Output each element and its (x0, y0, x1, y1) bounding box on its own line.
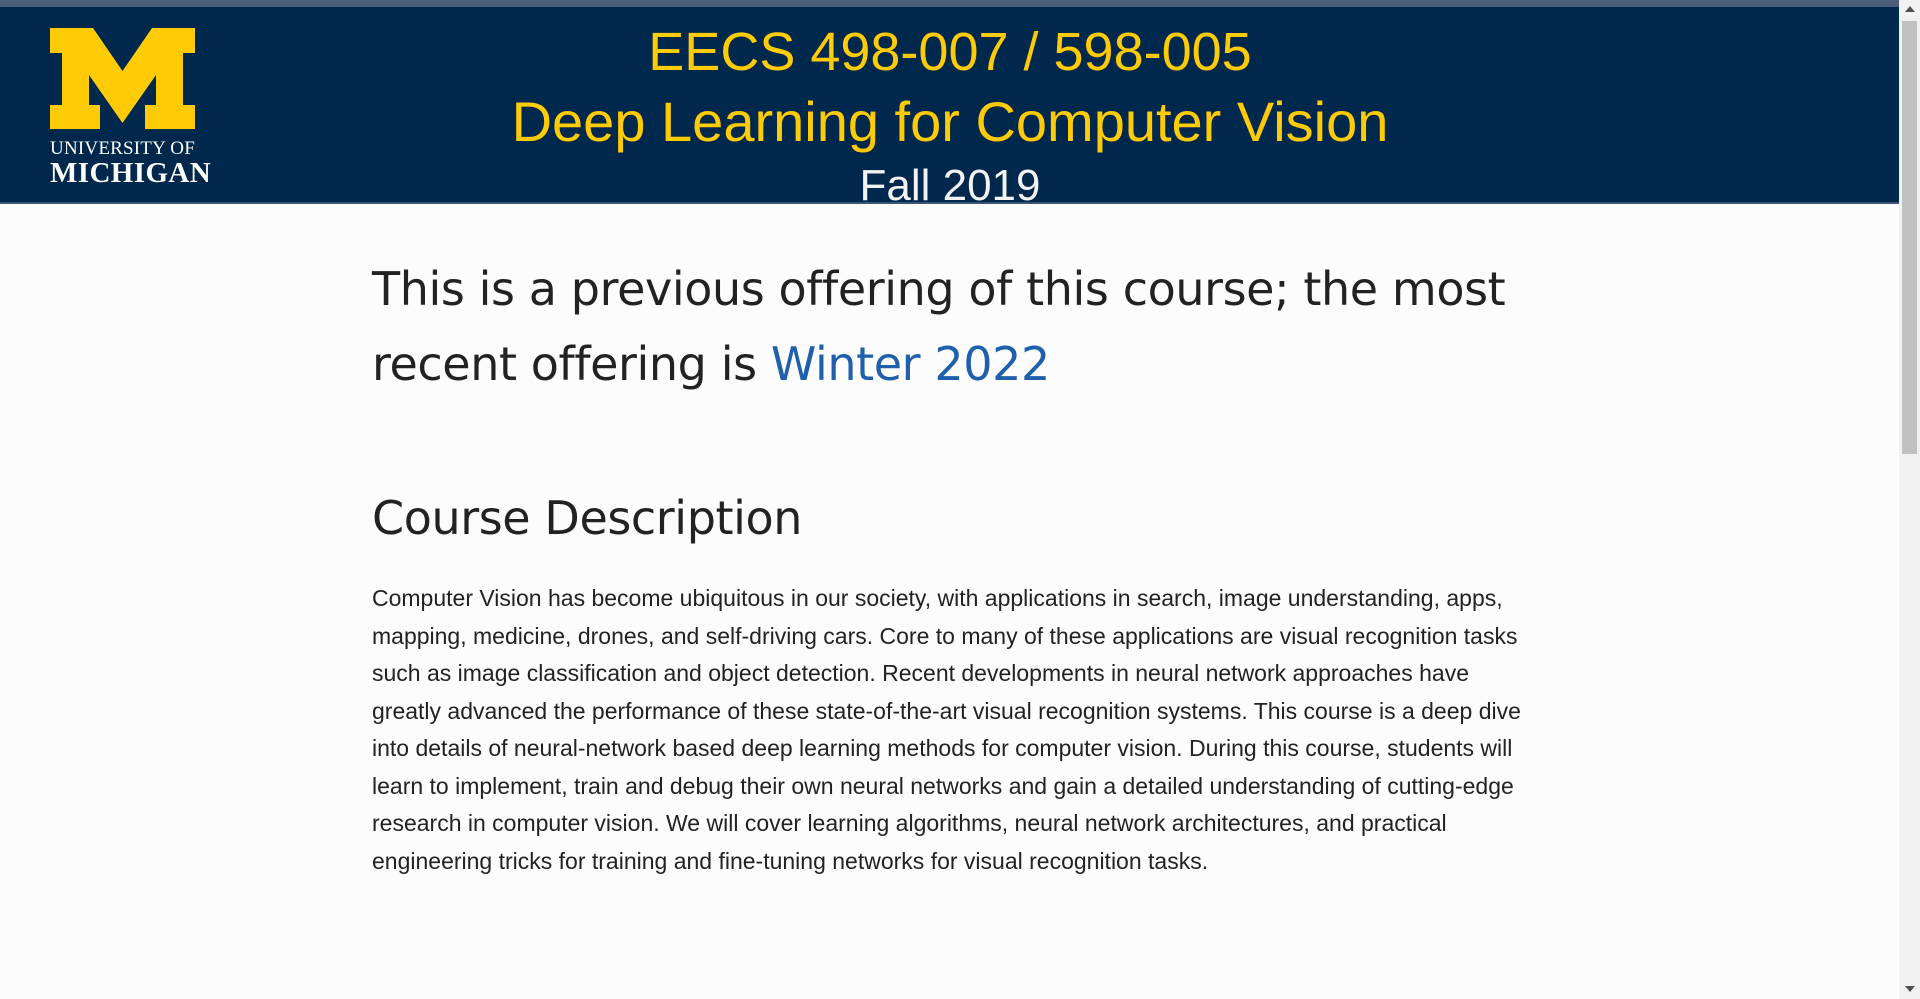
university-logo[interactable]: UNIVERSITY OF MICHIGAN (50, 28, 212, 193)
scrollbar-thumb[interactable] (1902, 21, 1917, 454)
logo-line-michigan: MICHIGAN (50, 157, 212, 189)
header-titles: EECS 498-007 / 598-005 Deep Learning for… (350, 14, 1550, 215)
course-description-heading: Course Description (372, 491, 803, 545)
main-content: This is a previous offering of this cour… (372, 202, 1522, 880)
logo-line-university-of: UNIVERSITY OF (50, 138, 195, 159)
block-m-icon (50, 28, 195, 129)
top-strip (0, 0, 1899, 7)
vertical-scrollbar[interactable] (1899, 0, 1920, 999)
scroll-up-arrow-icon[interactable] (1905, 6, 1915, 12)
course-description-text: Computer Vision has become ubiquitous in… (372, 585, 1521, 874)
scroll-down-arrow-icon[interactable] (1905, 986, 1915, 992)
previous-offering-notice: This is a previous offering of this cour… (372, 252, 1522, 402)
winter-2022-link[interactable]: Winter 2022 (771, 337, 1050, 391)
course-number: EECS 498-007 / 598-005 (648, 22, 1252, 82)
course-title: Deep Learning for Computer Vision (511, 90, 1389, 153)
site-header: UNIVERSITY OF MICHIGAN EECS 498-007 / 59… (0, 7, 1899, 210)
